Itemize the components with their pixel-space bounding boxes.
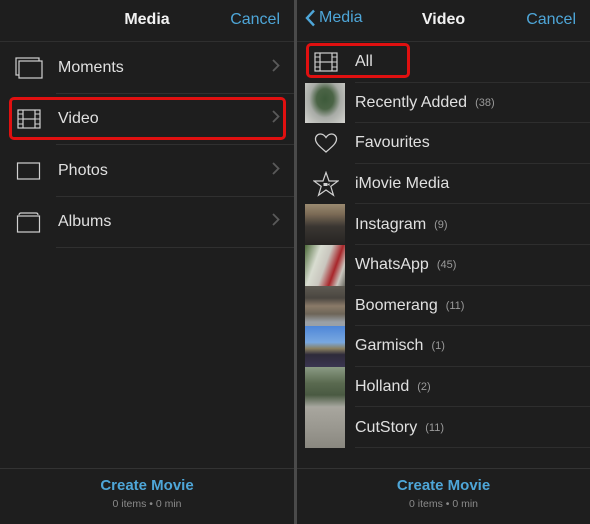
list-item-instagram[interactable]: Instagram (9) (297, 204, 590, 245)
cancel-button[interactable]: Cancel (526, 11, 576, 29)
star-icon (297, 171, 355, 197)
list-item-label: CutStory (355, 418, 418, 436)
list-item-favourites[interactable]: Favourites (297, 123, 590, 164)
album-thumbnail (305, 204, 345, 245)
photo-icon (0, 161, 58, 181)
list-item-albums[interactable]: Albums (0, 197, 294, 248)
movie-summary: 0 items • 0 min (112, 498, 182, 510)
albums-icon (0, 211, 58, 233)
chevron-right-icon (272, 59, 280, 77)
album-thumbnail (305, 366, 345, 408)
list-item-label: Video (58, 110, 99, 128)
list-item-photos[interactable]: Photos (0, 145, 294, 197)
cancel-button[interactable]: Cancel (230, 11, 280, 29)
list-item-imovie-media[interactable]: iMovie Media (297, 164, 590, 205)
chevron-right-icon (272, 213, 280, 231)
list-item-label: Garmisch (355, 337, 424, 355)
create-movie-button[interactable]: Create Movie (397, 477, 490, 494)
chevron-right-icon (272, 110, 280, 128)
list-item-moments[interactable]: Moments (0, 42, 294, 94)
album-thumbnail (305, 82, 345, 124)
film-icon (297, 52, 355, 72)
footer: Create Movie 0 items • 0 min (297, 468, 590, 524)
chevron-right-icon (272, 162, 280, 180)
album-thumbnail (305, 244, 345, 286)
list-item-boomerang[interactable]: Boomerang (11) (297, 285, 590, 327)
divider (56, 247, 294, 248)
item-count: (11) (445, 299, 465, 312)
video-panel: Media Video Cancel All Recently Added (3… (297, 0, 590, 524)
list-item-whatsapp[interactable]: WhatsApp (45) (297, 244, 590, 286)
media-panel: Media Cancel Moments Video Photos Albums (0, 0, 294, 524)
list-item-label: iMovie Media (355, 175, 450, 193)
album-thumbnail (305, 326, 345, 367)
list-item-all[interactable]: All (297, 42, 590, 83)
video-navbar: Media Video Cancel (297, 0, 590, 42)
media-navbar: Media Cancel (0, 0, 294, 42)
item-count: (2) (417, 381, 431, 394)
item-count: (1) (431, 340, 445, 353)
list-item-label: Photos (58, 161, 108, 179)
list-item-label: Instagram (355, 215, 427, 233)
item-count: (11) (425, 421, 444, 434)
item-count: (45) (436, 259, 457, 272)
heart-icon (297, 133, 355, 154)
list-item-label: Moments (58, 58, 124, 76)
list-item-holland[interactable]: Holland (2) (297, 366, 590, 408)
album-thumbnail (305, 285, 345, 327)
list-item-garmisch[interactable]: Garmisch (1) (297, 326, 590, 367)
list-item-recently-added[interactable]: Recently Added (38) (297, 82, 590, 124)
list-item-label: Holland (355, 378, 410, 396)
footer: Create Movie 0 items • 0 min (0, 468, 294, 524)
list-item-cutstory[interactable]: CutStory (11) (297, 407, 590, 448)
list-item-label: WhatsApp (355, 256, 429, 274)
album-thumbnail (305, 407, 345, 448)
list-item-label: Boomerang (355, 296, 438, 314)
divider (355, 446, 590, 448)
movie-summary: 0 items • 0 min (408, 498, 479, 510)
film-icon (0, 109, 58, 129)
list-item-label: All (355, 53, 373, 71)
create-movie-button[interactable]: Create Movie (100, 477, 193, 494)
item-count: (38) (475, 96, 495, 109)
moments-icon (0, 57, 58, 79)
list-item-label: Favourites (355, 134, 430, 152)
item-count: (9) (434, 218, 448, 231)
list-item-video[interactable]: Video (0, 94, 294, 145)
list-item-label: Albums (58, 213, 112, 231)
list-item-label: Recently Added (355, 93, 468, 111)
